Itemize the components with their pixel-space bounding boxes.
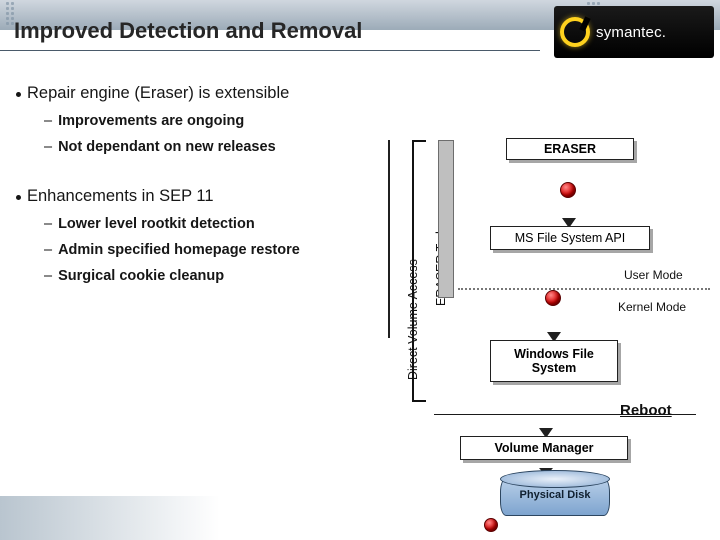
header-rule bbox=[0, 50, 540, 51]
bullet-sub-2b-text: Admin specified homepage restore bbox=[58, 242, 300, 258]
brand-logo: symantec. bbox=[554, 6, 714, 58]
bullet-sub-1a-text: Improvements are ongoing bbox=[58, 113, 244, 129]
bullet-sub-2c-text: Surgical cookie cleanup bbox=[58, 268, 224, 284]
label-reboot: Reboot bbox=[620, 402, 672, 419]
dash-icon: – bbox=[44, 242, 52, 258]
footer-gradient bbox=[0, 496, 220, 540]
dash-icon: – bbox=[44, 216, 52, 232]
label-kernel-mode: Kernel Mode bbox=[618, 300, 686, 314]
arrow-1-line bbox=[388, 140, 390, 198]
bullet-sub-1a: – Improvements are ongoing bbox=[44, 113, 374, 129]
bullet-dot-icon bbox=[16, 92, 21, 97]
bullet-sub-1b: – Not dependant on new releases bbox=[44, 139, 374, 155]
bullet-main-1-text: Repair engine (Eraser) is extensible bbox=[27, 84, 289, 103]
dash-icon: – bbox=[44, 268, 52, 284]
slide-body: Repair engine (Eraser) is extensible – I… bbox=[0, 62, 720, 294]
bullet-sub-2a-text: Lower level rootkit detection bbox=[58, 216, 255, 232]
bullet-main-2: Enhancements in SEP 11 bbox=[16, 187, 374, 206]
label-physical-disk: Physical Disk bbox=[500, 490, 610, 502]
bullet-sub-2b: – Admin specified homepage restore bbox=[44, 242, 374, 258]
bullet-dot-icon bbox=[16, 195, 21, 200]
mode-divider-line bbox=[458, 288, 710, 290]
architecture-diagram: Direct Volume Access ERASER Today ERASER… bbox=[388, 140, 710, 540]
arrow-4-line bbox=[388, 330, 390, 338]
slide-title: Improved Detection and Removal bbox=[14, 18, 362, 44]
box-ms-file-system-api: MS File System API bbox=[490, 226, 650, 250]
hook-point-3-icon bbox=[484, 518, 498, 532]
brand-name: symantec. bbox=[596, 24, 666, 41]
arrow-3-line bbox=[388, 282, 390, 330]
bullet-main-2-text: Enhancements in SEP 11 bbox=[27, 187, 214, 206]
label-user-mode: User Mode bbox=[624, 268, 683, 282]
hook-point-1-icon bbox=[560, 182, 576, 198]
arrow-2-line bbox=[388, 198, 390, 282]
slide-header: Improved Detection and Removal symantec. bbox=[0, 0, 720, 62]
box-windows-file-system: Windows File System bbox=[490, 340, 618, 382]
bullet-main-1: Repair engine (Eraser) is extensible bbox=[16, 84, 374, 103]
bullet-sub-2a: – Lower level rootkit detection bbox=[44, 216, 374, 232]
bullet-sub-2c: – Surgical cookie cleanup bbox=[44, 268, 374, 284]
bullet-sub-1b-text: Not dependant on new releases bbox=[58, 139, 276, 155]
frame-eraser-today bbox=[438, 140, 454, 298]
bullet-column: Repair engine (Eraser) is extensible – I… bbox=[0, 62, 380, 294]
hook-point-2-icon bbox=[545, 290, 561, 306]
box-eraser: ERASER bbox=[506, 138, 634, 160]
dash-icon: – bbox=[44, 139, 52, 155]
dash-icon: – bbox=[44, 113, 52, 129]
bracket-dva bbox=[412, 140, 426, 402]
box-volume-manager: Volume Manager bbox=[460, 436, 628, 460]
physical-disk-icon: Physical Disk bbox=[500, 470, 610, 524]
symantec-ring-icon bbox=[560, 17, 590, 47]
